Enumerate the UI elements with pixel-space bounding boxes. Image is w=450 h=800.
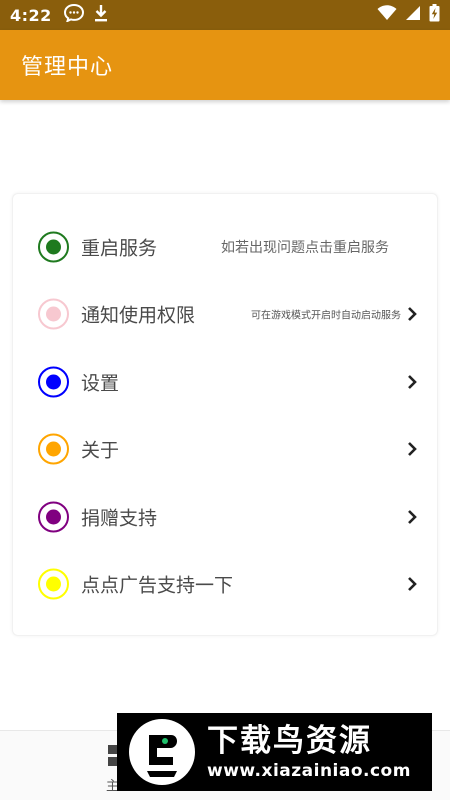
signal-icon xyxy=(405,5,421,25)
menu-item-donate[interactable]: 捐赠支持 xyxy=(13,487,439,547)
battery-charging-icon xyxy=(429,4,440,26)
wifi-icon xyxy=(377,5,397,25)
menu-item-label: 重启服务 xyxy=(81,237,158,260)
chevron-right-icon xyxy=(408,307,417,321)
status-dot-icon xyxy=(38,501,69,533)
watermark-url: www.xiazainiao.com xyxy=(207,761,411,781)
chevron-right-icon xyxy=(408,577,417,591)
status-dot-icon xyxy=(38,298,69,330)
chevron-right-icon xyxy=(408,375,417,389)
menu-item-settings[interactable]: 设置 xyxy=(13,352,439,412)
menu-item-hint: 可在游戏模式开启时自动启动服务 xyxy=(251,310,401,322)
menu-item-label: 捐赠支持 xyxy=(81,507,158,530)
chat-bubble-icon xyxy=(63,3,84,26)
menu-card: 重启服务 如若出现问题点击重启服务 通知使用权限 可在游戏模式开启时自动启动服务… xyxy=(12,193,438,636)
menu-item-label: 点点广告支持一下 xyxy=(81,574,234,597)
status-time: 4:22 xyxy=(10,5,52,25)
status-dot-icon xyxy=(38,568,69,600)
chevron-right-icon xyxy=(408,510,417,524)
menu-item-label: 通知使用权限 xyxy=(81,304,196,327)
menu-item-ad-support[interactable]: 点点广告支持一下 xyxy=(13,554,439,614)
menu-item-about[interactable]: 关于 xyxy=(13,419,439,479)
status-right-icons xyxy=(377,4,440,26)
chevron-right-icon xyxy=(408,442,417,456)
bird-logo-icon xyxy=(129,719,195,785)
screen: 4:22 管理中心 重启服务 如若出现问题点击重启服务 通知使用权限 可在游戏模… xyxy=(0,0,450,800)
status-dot-icon xyxy=(38,366,69,398)
app-bar: 管理中心 xyxy=(0,30,450,100)
watermark-banner: 下载鸟资源 www.xiazainiao.com xyxy=(117,713,432,791)
menu-item-restart-service[interactable]: 重启服务 如若出现问题点击重启服务 xyxy=(13,217,439,277)
watermark-title: 下载鸟资源 xyxy=(207,723,372,759)
watermark-text: 下载鸟资源 www.xiazainiao.com xyxy=(207,723,411,781)
menu-item-notification-permission[interactable]: 通知使用权限 可在游戏模式开启时自动启动服务 xyxy=(13,284,439,344)
page-title: 管理中心 xyxy=(21,55,114,80)
status-bar: 4:22 xyxy=(0,0,450,30)
status-dot-icon xyxy=(38,433,69,465)
menu-item-label: 设置 xyxy=(81,372,120,395)
status-dot-icon xyxy=(38,231,69,263)
status-left-icons xyxy=(63,3,108,26)
download-icon xyxy=(94,4,108,26)
menu-item-label: 关于 xyxy=(81,439,120,462)
menu-item-hint: 如若出现问题点击重启服务 xyxy=(221,240,389,256)
